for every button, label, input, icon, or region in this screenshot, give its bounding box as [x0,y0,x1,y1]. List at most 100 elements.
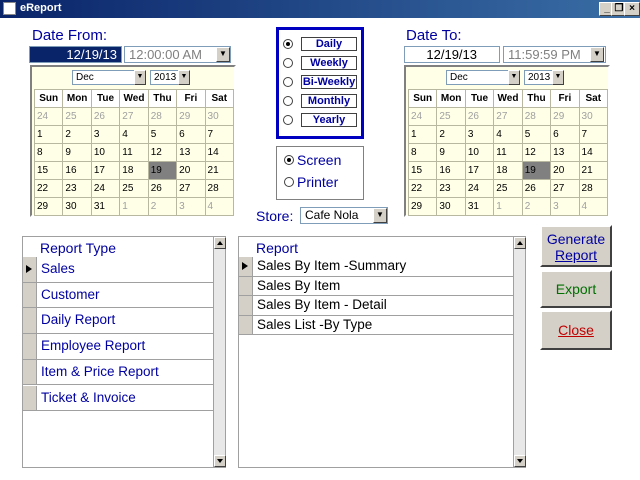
calendar-day[interactable]: 25 [62,107,92,126]
calendar-day[interactable]: 6 [550,125,580,144]
calendar-day[interactable]: 28 [147,107,178,126]
calendar-day[interactable]: 11 [119,143,149,162]
calendar-day[interactable]: 11 [493,143,523,162]
calendar-day[interactable]: 12 [521,143,552,162]
calendar-day[interactable]: 28 [521,107,552,126]
calendar-day[interactable]: 30 [204,107,235,126]
calendar-day[interactable]: 20 [550,161,580,180]
row-selector[interactable] [23,282,37,308]
calendar-day[interactable]: 12 [147,143,178,162]
calendar-day[interactable]: 1 [119,197,149,216]
output-radio-printer[interactable] [284,177,294,187]
calendar-day[interactable]: 10 [90,143,121,162]
calendar-day[interactable]: 23 [436,179,466,198]
date-to-calendar[interactable]: Dec ▼ 2013 ▼ Sun Mon Tue Wed Thu Fri Sat 24 25 26 27… [404,65,610,217]
export-button[interactable]: Export [540,270,612,308]
calendar-day[interactable]: 9 [436,143,466,162]
close-button[interactable]: Close [540,310,612,350]
calendar-day[interactable]: 26 [464,107,495,126]
calendar-day[interactable]: 25 [119,179,149,198]
report-row[interactable]: Sales By Item - Detail [239,296,513,316]
row-selector[interactable] [23,385,37,411]
calendar-day[interactable]: 2 [62,125,92,144]
calendar-day[interactable]: 19 [521,161,552,180]
calendar-day[interactable]: 18 [493,161,523,180]
date-from-input[interactable]: 12/19/13 [29,46,122,63]
calendar-day[interactable]: 3 [550,197,580,216]
calendar-day[interactable]: 29 [176,107,206,126]
radio-button[interactable] [283,96,293,106]
calendar-day[interactable]: 17 [90,161,121,180]
generate-report-button[interactable]: Generate Report [540,225,612,267]
report-scrollbar[interactable] [513,237,526,467]
calendar-day[interactable]: 24 [90,179,121,198]
calendar-day[interactable]: 3 [90,125,121,144]
calendar-day[interactable]: 6 [176,125,206,144]
report-type-scrollbar[interactable] [213,237,226,467]
calendar-day[interactable]: 18 [119,161,149,180]
report-row[interactable]: Sales List -By Type [239,315,513,335]
calendar-day[interactable]: 14 [578,143,609,162]
chevron-down-icon[interactable]: ▼ [552,70,564,85]
report-row[interactable]: Sales By Item [239,276,513,296]
calendar-day[interactable]: 25 [493,179,523,198]
calendar-day[interactable]: 29 [550,107,580,126]
calendar-day[interactable]: 16 [436,161,466,180]
calendar-day[interactable]: 8 [407,143,438,162]
calendar-day[interactable]: 28 [204,179,235,198]
calendar-day[interactable]: 14 [204,143,235,162]
date-from-time-dropdown[interactable]: ▼ [216,47,230,62]
calendar-day[interactable]: 27 [176,179,206,198]
calendar-day[interactable]: 29 [407,197,438,216]
radio-button[interactable] [283,39,293,49]
calendar-day[interactable]: 17 [464,161,495,180]
chevron-down-icon[interactable]: ▼ [134,70,146,85]
calendar-day[interactable]: 29 [33,197,64,216]
row-selector[interactable] [23,334,37,359]
radio-button[interactable] [283,115,293,125]
report-type-row[interactable]: Employee Report [23,334,213,360]
calendar-day[interactable]: 7 [204,125,235,144]
calendar-day[interactable]: 26 [521,179,552,198]
row-selector[interactable] [23,308,37,334]
report-row[interactable]: Sales By Item -Summary [239,257,513,277]
calendar-day[interactable]: 1 [33,125,64,144]
calendar-day[interactable]: 28 [578,179,609,198]
calendar-day[interactable]: 22 [407,179,438,198]
title-bar[interactable]: eReport _ ❐ × [0,0,640,18]
to-day-grid[interactable]: Sun Mon Tue Wed Thu Fri Sat 24 25 26 27 28 29 30 1 2 3 4 5… [407,89,609,216]
calendar-day[interactable]: 30 [436,197,466,216]
calendar-day[interactable]: 1 [493,197,523,216]
calendar-day[interactable]: 4 [578,197,609,216]
calendar-day[interactable]: 23 [62,179,92,198]
calendar-day[interactable]: 27 [493,107,523,126]
row-selector[interactable] [23,359,37,385]
calendar-day[interactable]: 9 [62,143,92,162]
calendar-day[interactable]: 13 [176,143,206,162]
calendar-day[interactable]: 4 [493,125,523,144]
store-dropdown[interactable]: ▼ [373,208,387,223]
calendar-day[interactable]: 24 [407,107,438,126]
row-selector[interactable] [239,276,253,295]
calendar-day[interactable]: 25 [436,107,466,126]
calendar-day[interactable]: 4 [119,125,149,144]
row-selector[interactable] [239,296,253,315]
calendar-day[interactable]: 22 [33,179,64,198]
chevron-down-icon[interactable]: ▼ [508,70,520,85]
calendar-day[interactable]: 4 [204,197,235,216]
date-from-time-input[interactable]: 12:00:00 AM [124,46,231,63]
calendar-day[interactable]: 2 [436,125,466,144]
calendar-day[interactable]: 15 [33,161,64,180]
calendar-day[interactable]: 5 [521,125,552,144]
output-radio-screen[interactable] [284,155,294,165]
report-type-row[interactable]: Ticket & Invoice [23,385,213,412]
calendar-day[interactable]: 16 [62,161,92,180]
report-list[interactable]: Report Sales By Item -Summary Sales By It… [238,236,526,468]
to-year-select[interactable]: 2013 ▼ [524,70,564,85]
calendar-day[interactable]: 30 [62,197,92,216]
row-selector[interactable] [23,257,37,282]
date-to-time-dropdown[interactable]: ▼ [590,47,604,62]
calendar-day[interactable]: 24 [33,107,64,126]
report-type-list[interactable]: Report Type Sales Customer Daily Report Emp… [22,236,226,468]
calendar-day[interactable]: 7 [578,125,609,144]
